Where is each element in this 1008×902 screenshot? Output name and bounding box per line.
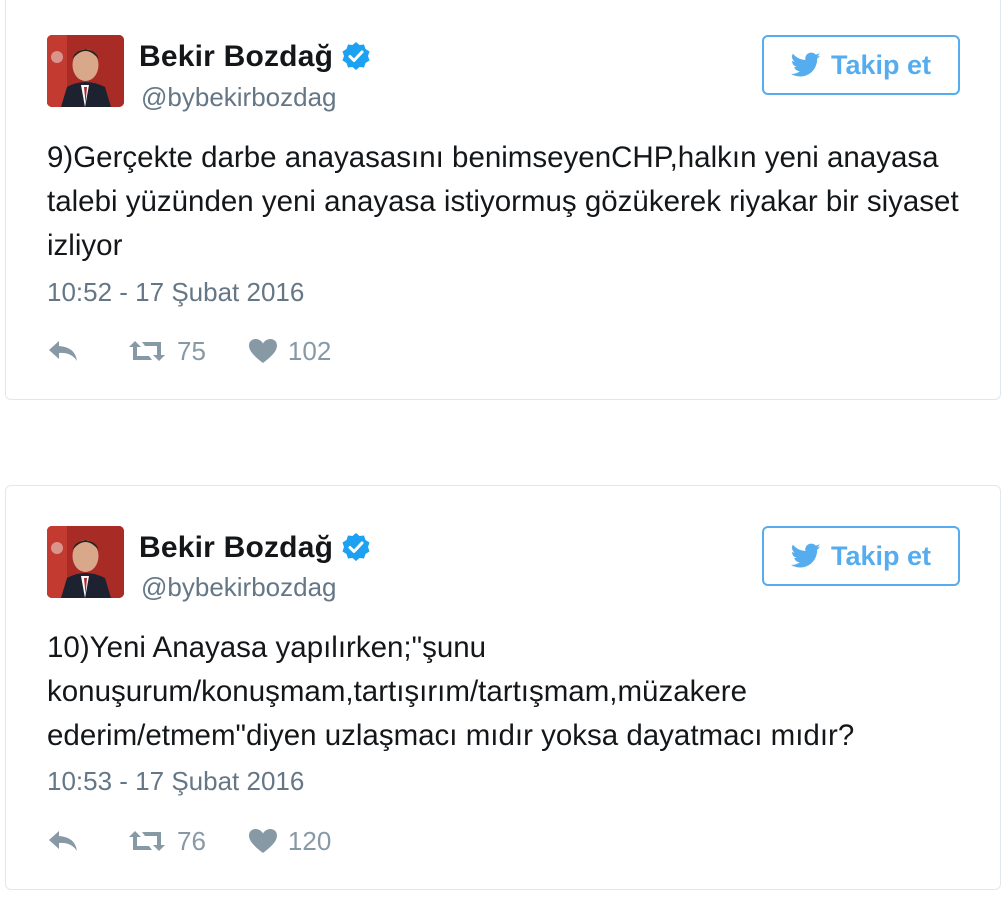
like-count: 120 — [287, 825, 332, 856]
tweet-timestamp[interactable]: 10:53 - 17 Şubat 2016 — [47, 766, 304, 797]
retweet-count: 75 — [177, 335, 206, 366]
tweet-card: Bekir Bozdağ @bybekirbozdag Takip et 9)G… — [5, 0, 1001, 400]
follow-button-label: Takip et — [830, 49, 932, 80]
display-name[interactable]: Bekir Bozdağ — [139, 40, 371, 79]
like-button[interactable]: 120 — [248, 826, 331, 857]
heart-icon — [248, 829, 277, 853]
user-handle[interactable]: @bybekirbozdag — [141, 572, 337, 603]
retweet-button[interactable]: 76 — [127, 826, 206, 857]
verified-badge-icon — [341, 41, 371, 79]
reply-arrow-icon — [49, 341, 77, 361]
tweet-card: Bekir Bozdağ @bybekirbozdag Takip et 10)… — [5, 485, 1001, 890]
tweet-text: 9)Gerçekte darbe anayasasını benimseyenC… — [47, 141, 959, 262]
like-button[interactable]: 102 — [248, 336, 331, 367]
reply-arrow-icon — [49, 831, 77, 851]
user-handle[interactable]: @bybekirbozdag — [141, 82, 337, 113]
tweet-timestamp[interactable]: 10:52 - 17 Şubat 2016 — [47, 277, 304, 308]
display-name-text: Bekir Bozdağ — [139, 40, 334, 73]
follow-button[interactable]: Takip et — [762, 526, 960, 586]
verified-badge-icon — [341, 532, 371, 570]
display-name[interactable]: Bekir Bozdağ — [139, 531, 371, 570]
follow-button-label: Takip et — [830, 540, 932, 571]
tweet-actions: 75 102 — [47, 333, 331, 369]
retweet-icon — [129, 831, 165, 851]
reply-button[interactable] — [47, 338, 79, 364]
tweet-actions: 76 120 — [47, 823, 331, 859]
display-name-text: Bekir Bozdağ — [139, 531, 334, 564]
avatar[interactable] — [47, 35, 124, 107]
reply-button[interactable] — [47, 828, 79, 854]
follow-button[interactable]: Takip et — [762, 35, 960, 95]
heart-icon — [248, 339, 277, 363]
retweet-button[interactable]: 75 — [127, 336, 206, 367]
retweet-count: 76 — [177, 825, 206, 856]
avatar[interactable] — [47, 526, 124, 598]
twitter-bird-icon — [790, 543, 821, 568]
like-count: 102 — [287, 335, 332, 366]
tweet-text: 10)Yeni Anayasa yapılırken;"şunu konuşur… — [47, 631, 855, 752]
twitter-bird-icon — [790, 52, 821, 77]
retweet-icon — [129, 341, 165, 361]
